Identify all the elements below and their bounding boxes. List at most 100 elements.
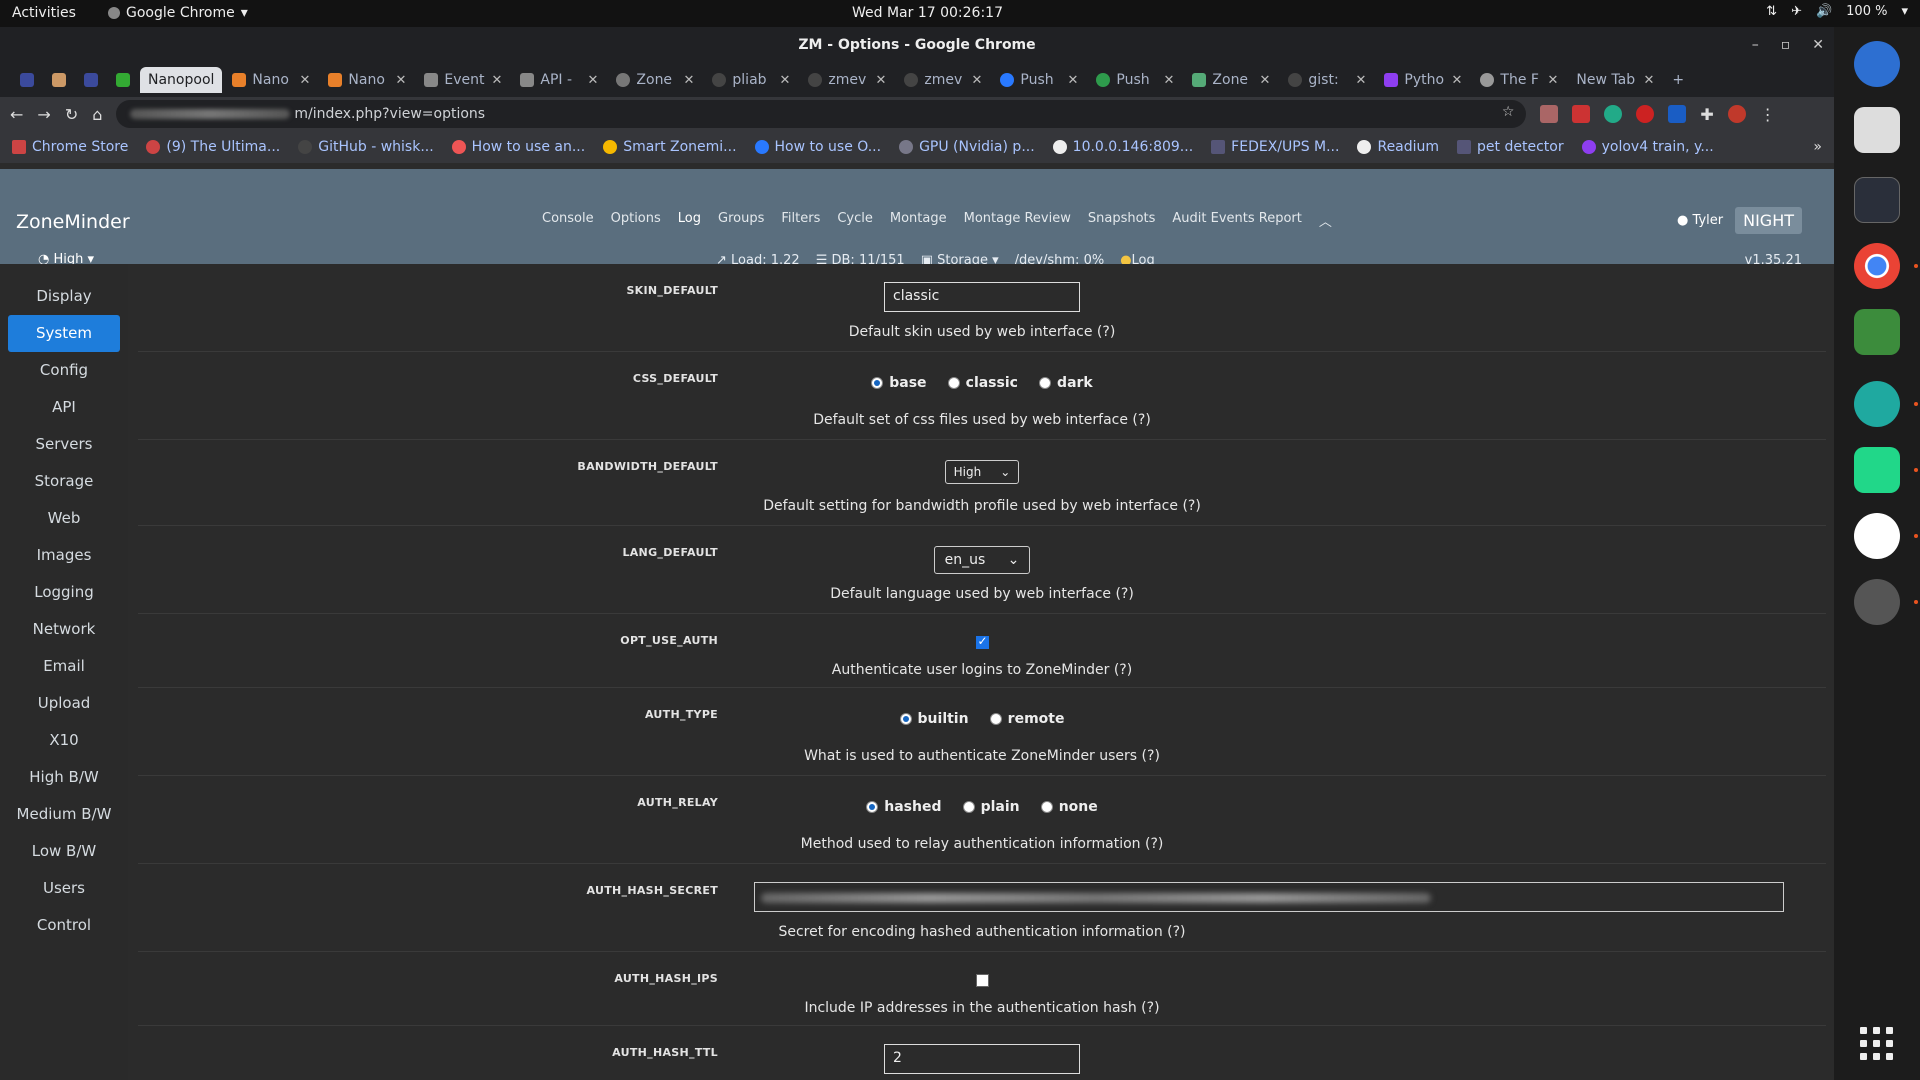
slack-icon[interactable] bbox=[1854, 513, 1900, 559]
chrome-icon[interactable] bbox=[1854, 243, 1900, 289]
tab[interactable]: zmev ✕ bbox=[800, 67, 894, 93]
extension-icon[interactable] bbox=[1636, 105, 1655, 123]
address-bar[interactable]: m/index.php?view=options ☆ bbox=[116, 100, 1527, 128]
remote-desktop-icon[interactable] bbox=[1854, 381, 1900, 427]
minimize-icon[interactable]: – bbox=[1752, 27, 1759, 63]
bookmark[interactable]: 10.0.0.146:809... bbox=[1052, 139, 1193, 155]
nav-audit-events-report[interactable]: Audit Events Report bbox=[1172, 211, 1301, 230]
bookmark[interactable]: GPU (Nvidia) p... bbox=[899, 139, 1035, 155]
bookmark-star-icon[interactable]: ☆ bbox=[1502, 104, 1515, 120]
forward-icon[interactable]: → bbox=[37, 105, 50, 124]
tab[interactable] bbox=[44, 67, 74, 93]
opt-use-auth-checkbox[interactable] bbox=[975, 634, 989, 649]
pycharm-icon[interactable] bbox=[1854, 447, 1900, 493]
tab[interactable]: Push ✕ bbox=[992, 67, 1086, 93]
system-monitor-icon[interactable] bbox=[1854, 177, 1900, 223]
tab[interactable]: pliab ✕ bbox=[704, 67, 798, 93]
tab-close-icon[interactable]: ✕ bbox=[1068, 73, 1079, 88]
app-menu[interactable]: Google Chrome ▾ bbox=[108, 5, 248, 21]
tab[interactable] bbox=[12, 67, 42, 93]
bookmark[interactable]: Readium bbox=[1357, 139, 1439, 155]
bookmark[interactable]: FEDEX/UPS M... bbox=[1211, 139, 1339, 155]
tab[interactable]: Zone ✕ bbox=[1184, 67, 1278, 93]
nav-console[interactable]: Console bbox=[542, 211, 594, 230]
thunderbird-icon[interactable] bbox=[1854, 41, 1900, 87]
sidebar-item-network[interactable]: Network bbox=[8, 611, 120, 648]
sidebar-item-web[interactable]: Web bbox=[8, 500, 120, 537]
tab-close-icon[interactable]: ✕ bbox=[1452, 73, 1463, 88]
nav-montage-review[interactable]: Montage Review bbox=[964, 211, 1071, 230]
tab[interactable]: The F ✕ bbox=[1472, 67, 1566, 93]
skin-default-input[interactable]: classic bbox=[884, 282, 1080, 312]
sidebar-item-display[interactable]: Display bbox=[8, 278, 120, 315]
tab-close-icon[interactable]: ✕ bbox=[1164, 73, 1175, 88]
tab[interactable]: API - ✕ bbox=[512, 67, 606, 93]
gimp-icon[interactable] bbox=[1854, 579, 1900, 625]
css-radio-classic[interactable]: classic bbox=[947, 375, 1018, 391]
nav-groups[interactable]: Groups bbox=[718, 211, 764, 230]
tab-active[interactable]: Nanopool bbox=[140, 67, 223, 93]
tab-close-icon[interactable]: ✕ bbox=[1644, 73, 1655, 88]
sidebar-item-servers[interactable]: Servers bbox=[8, 426, 120, 463]
css-radio-dark[interactable]: dark bbox=[1039, 375, 1093, 391]
puzzle-icon[interactable]: ✚ bbox=[1700, 105, 1713, 124]
sidebar-item-logging[interactable]: Logging bbox=[8, 574, 120, 611]
sidebar-item-control[interactable]: Control bbox=[8, 907, 120, 944]
tab-close-icon[interactable]: ✕ bbox=[1260, 73, 1271, 88]
avatar[interactable] bbox=[1727, 105, 1746, 123]
tab[interactable]: Nano ✕ bbox=[224, 67, 318, 93]
show-applications-button[interactable] bbox=[1860, 1027, 1893, 1060]
user-menu[interactable]: ● Tyler bbox=[1677, 213, 1723, 228]
more-vertical-icon[interactable]: ⋮ bbox=[1760, 105, 1776, 124]
sidebar-item-storage[interactable]: Storage bbox=[8, 463, 120, 500]
nav-filters[interactable]: Filters bbox=[781, 211, 820, 230]
tab[interactable]: gist: ✕ bbox=[1280, 67, 1374, 93]
tab[interactable]: Event ✕ bbox=[416, 67, 510, 93]
auth-hash-ttl-input[interactable]: 2 bbox=[884, 1044, 1080, 1074]
home-icon[interactable]: ⌂ bbox=[92, 105, 102, 124]
reload-icon[interactable]: ↻ bbox=[65, 105, 78, 124]
sidebar-item-medium-bw[interactable]: Medium B/W bbox=[8, 796, 120, 833]
sidebar-item-upload[interactable]: Upload bbox=[8, 685, 120, 722]
tab-close-icon[interactable]: ✕ bbox=[972, 73, 983, 88]
nav-cycle[interactable]: Cycle bbox=[837, 211, 873, 230]
bookmark[interactable]: How to use an... bbox=[451, 139, 585, 155]
sidebar-item-low-bw[interactable]: Low B/W bbox=[8, 833, 120, 870]
close-icon[interactable]: ✕ bbox=[1812, 27, 1824, 63]
bookmark[interactable]: (9) The Ultima... bbox=[146, 139, 280, 155]
sidebar-item-api[interactable]: API bbox=[8, 389, 120, 426]
zm-brand[interactable]: ZoneMinder bbox=[16, 211, 130, 233]
extension-icon[interactable] bbox=[1572, 105, 1591, 123]
sidebar-item-users[interactable]: Users bbox=[8, 870, 120, 907]
auth-relay-radio-hashed[interactable]: hashed bbox=[866, 799, 941, 815]
tab[interactable] bbox=[76, 67, 106, 93]
tab-close-icon[interactable]: ✕ bbox=[492, 73, 503, 88]
tab-close-icon[interactable]: ✕ bbox=[396, 73, 407, 88]
auth-relay-radio-none[interactable]: none bbox=[1040, 799, 1098, 815]
back-icon[interactable]: ← bbox=[10, 105, 23, 124]
tab-close-icon[interactable]: ✕ bbox=[1356, 73, 1367, 88]
bandwidth-default-select[interactable]: High ⌄ bbox=[944, 460, 1020, 484]
tab-close-icon[interactable]: ✕ bbox=[780, 73, 791, 88]
nav-log[interactable]: Log bbox=[678, 211, 701, 230]
chevron-up-icon[interactable]: ︿ bbox=[1319, 211, 1332, 230]
tab[interactable]: Push ✕ bbox=[1088, 67, 1182, 93]
tab[interactable]: zmev ✕ bbox=[896, 67, 990, 93]
sidebar-item-system[interactable]: System bbox=[8, 315, 120, 352]
night-toggle[interactable]: NIGHT bbox=[1735, 207, 1802, 234]
css-radio-base[interactable]: base bbox=[871, 375, 927, 391]
bookmark[interactable]: GitHub - whisk... bbox=[298, 139, 434, 155]
sidebar-item-email[interactable]: Email bbox=[8, 648, 120, 685]
nav-options[interactable]: Options bbox=[611, 211, 661, 230]
tab-close-icon[interactable]: ✕ bbox=[1548, 73, 1559, 88]
tab-close-icon[interactable]: ✕ bbox=[876, 73, 887, 88]
more-bookmarks-icon[interactable]: » bbox=[1813, 139, 1822, 155]
tab[interactable] bbox=[108, 67, 138, 93]
bookmark[interactable]: pet detector bbox=[1457, 139, 1564, 155]
auth-hash-secret-input[interactable] bbox=[754, 882, 1784, 912]
activities-button[interactable]: Activities bbox=[12, 5, 76, 21]
extension-icon[interactable] bbox=[1668, 105, 1687, 123]
auth-hash-ips-checkbox[interactable] bbox=[975, 974, 989, 987]
tab-close-icon[interactable]: ✕ bbox=[588, 73, 599, 88]
extension-icon[interactable] bbox=[1604, 105, 1623, 123]
